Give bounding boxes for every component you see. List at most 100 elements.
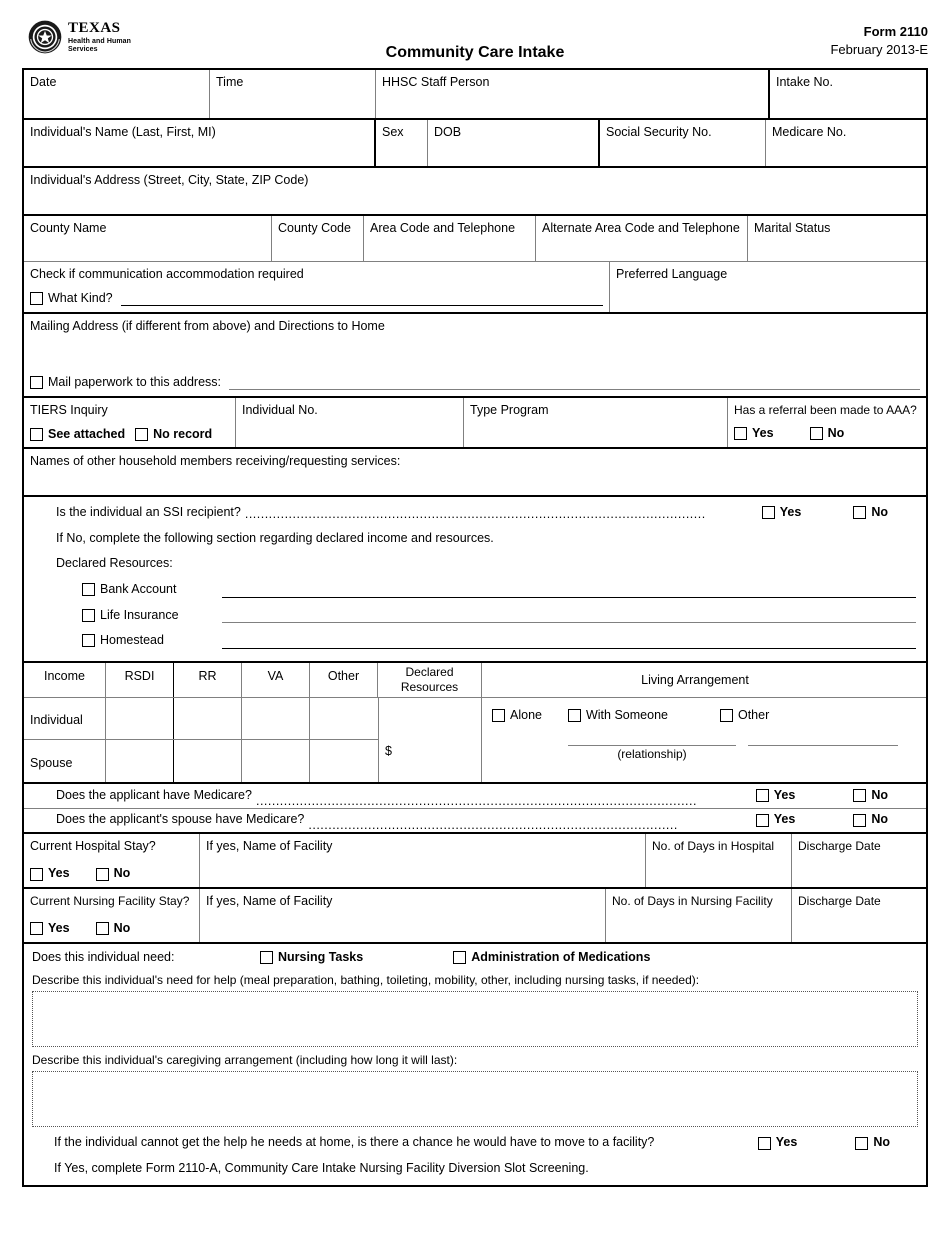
- checkbox-box-icon[interactable]: [260, 951, 273, 965]
- checkbox-box-icon[interactable]: [567, 709, 581, 723]
- checkbox-applicant-medicare-yes[interactable]: Yes: [755, 788, 795, 804]
- checkbox-box-icon[interactable]: [757, 1136, 771, 1150]
- checkbox-box-icon[interactable]: [30, 427, 43, 441]
- field-hospital-facility[interactable]: If yes, Name of Facility: [200, 833, 646, 887]
- checkbox-no-record[interactable]: No record: [135, 427, 212, 443]
- checkbox-box-icon[interactable]: [82, 634, 95, 648]
- field-area-code-telephone[interactable]: Area Code and Telephone: [364, 216, 536, 261]
- field-hhsc-staff-person[interactable]: HHSC Staff Person: [376, 70, 770, 118]
- checkbox-box-icon[interactable]: [853, 813, 867, 827]
- cell-spouse-other[interactable]: [310, 740, 378, 782]
- field-time[interactable]: Time: [210, 70, 376, 118]
- checkbox-living-other[interactable]: Other: [719, 708, 769, 724]
- checkbox-box-icon[interactable]: [82, 583, 95, 597]
- field-preferred-language[interactable]: Preferred Language: [610, 262, 926, 312]
- checkbox-box-icon[interactable]: [95, 922, 109, 936]
- cell-declared-resources-value[interactable]: $: [378, 697, 482, 782]
- label-tiers-inquiry: TIERS Inquiry: [30, 403, 108, 417]
- checkbox-living-alone[interactable]: Alone: [492, 708, 542, 724]
- checkbox-box-icon[interactable]: [809, 427, 823, 441]
- checkbox-box-icon[interactable]: [853, 789, 867, 803]
- checkbox-ssi-yes[interactable]: Yes: [761, 505, 801, 521]
- checkbox-see-attached[interactable]: See attached: [30, 427, 125, 443]
- checkbox-nursing-tasks[interactable]: Nursing Tasks: [260, 950, 363, 966]
- cell-individual-other[interactable]: [310, 698, 378, 740]
- checkbox-ssi-no[interactable]: No: [853, 505, 888, 521]
- checkbox-facility-move-no[interactable]: No: [855, 1135, 890, 1151]
- checkbox-box-icon[interactable]: [95, 867, 109, 881]
- field-alt-area-code-telephone[interactable]: Alternate Area Code and Telephone: [536, 216, 748, 261]
- checkbox-box-icon[interactable]: [135, 427, 149, 441]
- checkbox-aaa-yes[interactable]: Yes: [734, 426, 774, 442]
- field-county-name[interactable]: County Name: [24, 216, 272, 261]
- field-individual-address[interactable]: Individual's Address (Street, City, Stat…: [24, 168, 926, 214]
- field-hospital-discharge[interactable]: Discharge Date: [792, 834, 926, 887]
- label-rsdi: RSDI: [124, 668, 155, 683]
- field-mailing-address[interactable]: Mailing Address (if different from above…: [24, 314, 926, 396]
- checkbox-homestead[interactable]: Homestead: [82, 633, 222, 649]
- textarea-describe-help[interactable]: [32, 991, 918, 1048]
- input-homestead[interactable]: [222, 647, 916, 649]
- field-hospital-days[interactable]: No. of Days in Hospital: [646, 833, 792, 887]
- checkbox-nf-no[interactable]: No: [95, 921, 130, 937]
- field-nf-days[interactable]: No. of Days in Nursing Facility: [606, 888, 792, 942]
- checkbox-box-icon[interactable]: [719, 709, 733, 723]
- checkbox-nf-yes[interactable]: Yes: [30, 921, 70, 937]
- cell-individual-rr[interactable]: [174, 697, 242, 740]
- checkbox-box-icon[interactable]: [761, 506, 775, 520]
- textarea-describe-caregiving[interactable]: [32, 1071, 918, 1128]
- input-relationship[interactable]: [568, 745, 736, 747]
- field-individual-name[interactable]: Individual's Name (Last, First, MI): [24, 120, 376, 166]
- field-date[interactable]: Date: [24, 70, 210, 118]
- input-life-insurance[interactable]: [222, 622, 916, 624]
- checkbox-box-icon[interactable]: [30, 867, 43, 881]
- field-nf-discharge[interactable]: Discharge Date: [792, 889, 926, 942]
- checkbox-administration-medications[interactable]: Administration of Medications: [453, 950, 650, 966]
- field-social-security-no[interactable]: Social Security No.: [600, 120, 766, 166]
- checkbox-bank-account[interactable]: Bank Account: [82, 582, 222, 598]
- checkbox-box-icon[interactable]: [492, 709, 505, 723]
- cell-spouse-rsdi[interactable]: [106, 740, 174, 782]
- checkbox-box-icon[interactable]: [453, 951, 467, 965]
- cell-individual-rsdi[interactable]: [106, 697, 174, 740]
- checkbox-applicant-medicare-no[interactable]: No: [853, 788, 888, 804]
- label-bank-account: Bank Account: [100, 581, 177, 596]
- field-nf-stay: Current Nursing Facility Stay? Yes No: [24, 888, 200, 942]
- checkbox-hospital-no[interactable]: No: [95, 866, 130, 882]
- checkbox-box-icon[interactable]: [755, 813, 769, 827]
- checkbox-box-icon[interactable]: [755, 789, 769, 803]
- checkbox-aaa-no[interactable]: No: [809, 426, 844, 442]
- cell-spouse-rr[interactable]: [174, 740, 242, 782]
- cell-spouse-va[interactable]: [242, 740, 310, 782]
- input-mail-paperwork-address[interactable]: [229, 389, 920, 391]
- checkbox-what-kind[interactable]: What Kind?: [30, 291, 113, 307]
- checkbox-box-icon[interactable]: [734, 427, 747, 441]
- field-household-members[interactable]: Names of other household members receivi…: [24, 449, 926, 495]
- cell-individual-va[interactable]: [242, 697, 310, 740]
- field-sex[interactable]: Sex: [376, 120, 428, 166]
- checkbox-mail-paperwork[interactable]: Mail paperwork to this address:: [30, 375, 221, 391]
- checkbox-box-icon[interactable]: [30, 291, 43, 305]
- field-marital-status[interactable]: Marital Status: [748, 216, 926, 261]
- checkbox-spouse-medicare-no[interactable]: No: [853, 812, 888, 828]
- input-what-kind[interactable]: [120, 305, 603, 307]
- field-county-code[interactable]: County Code: [272, 216, 364, 261]
- field-intake-no[interactable]: Intake No.: [770, 70, 926, 118]
- checkbox-living-with-someone[interactable]: With Someone: [567, 708, 668, 724]
- field-dob[interactable]: DOB: [428, 120, 600, 166]
- checkbox-box-icon[interactable]: [30, 375, 43, 389]
- checkbox-box-icon[interactable]: [855, 1136, 869, 1150]
- checkbox-facility-move-yes[interactable]: Yes: [757, 1135, 797, 1151]
- checkbox-box-icon[interactable]: [853, 506, 867, 520]
- field-medicare-no[interactable]: Medicare No.: [766, 120, 926, 166]
- checkbox-box-icon[interactable]: [82, 608, 95, 622]
- field-type-program[interactable]: Type Program: [464, 398, 728, 447]
- checkbox-box-icon[interactable]: [30, 922, 43, 936]
- input-living-other[interactable]: [748, 745, 898, 747]
- field-nf-facility[interactable]: If yes, Name of Facility: [200, 888, 606, 942]
- field-individual-no[interactable]: Individual No.: [236, 398, 464, 447]
- input-bank-account[interactable]: [222, 596, 916, 598]
- checkbox-life-insurance[interactable]: Life Insurance: [82, 608, 222, 624]
- checkbox-hospital-yes[interactable]: Yes: [30, 866, 70, 882]
- checkbox-spouse-medicare-yes[interactable]: Yes: [755, 812, 795, 828]
